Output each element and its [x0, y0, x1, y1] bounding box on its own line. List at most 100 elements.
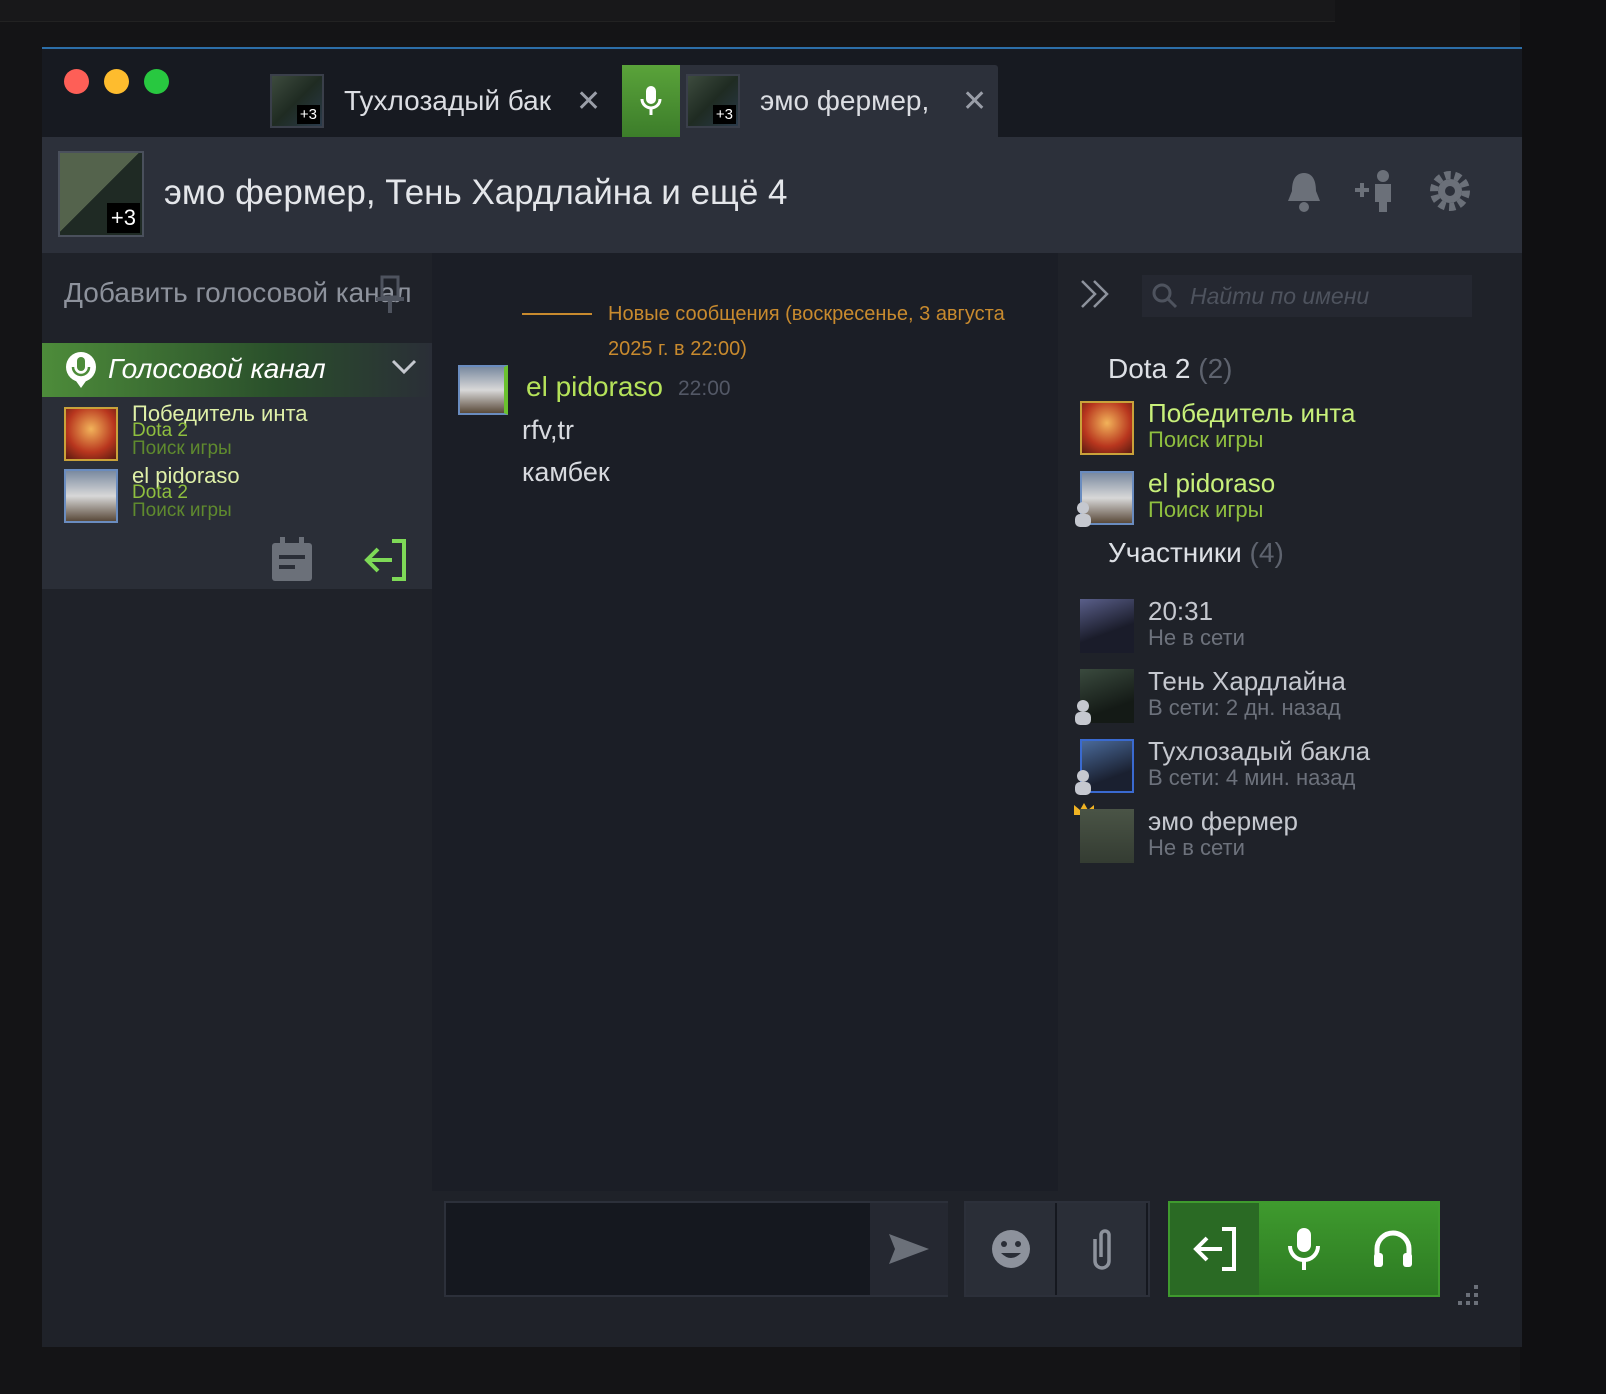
leave-voice-icon	[1192, 1227, 1236, 1271]
avatar	[1080, 809, 1134, 863]
leave-voice-button[interactable]	[1170, 1203, 1260, 1295]
pin-icon[interactable]	[372, 275, 408, 320]
add-voice-channel-button[interactable]: Добавить голосовой канал	[64, 277, 412, 309]
new-messages-divider	[522, 313, 592, 315]
member-group-header: Участники (4)	[1108, 537, 1284, 569]
tab-title: Тухлозадый бак	[344, 85, 551, 116]
member-group-title: Dota 2	[1108, 353, 1191, 384]
voice-channel-title: Голосовой канал	[108, 353, 326, 384]
search-icon	[1152, 283, 1178, 309]
member-status: Поиск игры	[1148, 497, 1264, 522]
member-status: В сети: 2 дн. назад	[1148, 695, 1341, 720]
resize-handle-icon[interactable]	[1452, 1281, 1482, 1311]
member-status: Поиск игры	[1148, 427, 1264, 452]
title-bar: +3 Тухлозадый бак ✕ +3 эмо фермер, ✕	[42, 49, 1522, 137]
voice-member-status: Поиск игры	[132, 500, 232, 521]
tab-group-avatar: +3	[686, 74, 740, 128]
friend-icon	[1075, 770, 1091, 795]
member-row[interactable]: эмо фермер Не в сети	[1074, 803, 1498, 869]
voice-member[interactable]: el pidoraso Dota 2 Поиск игры	[62, 465, 402, 527]
voice-channel: Голосовой канал Победитель инта Dota 2 П…	[42, 343, 432, 589]
add-friend-icon[interactable]	[1352, 167, 1400, 215]
send-button[interactable]	[870, 1203, 948, 1295]
members-panel: Dota 2 (2) Победитель инта Поиск игры el…	[1058, 253, 1522, 1191]
chat-window: +3 Тухлозадый бак ✕ +3 эмо фермер, ✕ +3 …	[42, 47, 1522, 1347]
microphone-icon	[622, 65, 680, 137]
headphones-button[interactable]	[1349, 1203, 1438, 1295]
member-name: Победитель инта	[1148, 398, 1356, 428]
avatar-count-badge: +3	[106, 203, 140, 233]
member-row[interactable]: Тухлозадый бакла В сети: 4 мин. назад	[1075, 736, 1498, 799]
message-input[interactable]	[444, 1201, 948, 1297]
attach-button[interactable]	[1057, 1203, 1146, 1295]
desktop-background-right	[1520, 0, 1606, 1394]
tab-title: эмо фермер,	[760, 85, 930, 116]
message-text: rfv,tr	[522, 415, 574, 445]
member-row[interactable]: Победитель инта Поиск игры	[1078, 398, 1498, 461]
tab-group-chat-1[interactable]: +3 Тухлозадый бак ✕	[270, 65, 658, 137]
voice-controls	[1168, 1201, 1440, 1297]
member-row[interactable]: 20:31 Не в сети	[1078, 596, 1498, 659]
member-group-count: (2)	[1198, 353, 1233, 384]
desktop-background	[0, 0, 1335, 22]
avatar	[1080, 599, 1134, 653]
member-group-title: Участники	[1108, 537, 1242, 568]
friend-icon	[1075, 700, 1091, 725]
gear-icon[interactable]	[1426, 167, 1474, 215]
composer-tools	[964, 1201, 1150, 1297]
minimize-window-button[interactable]	[104, 69, 129, 94]
microphone-icon	[1287, 1228, 1320, 1270]
member-name: Тухлозадый бакла	[1148, 736, 1371, 766]
headphones-icon	[1374, 1230, 1413, 1267]
avatar	[64, 469, 118, 523]
close-icon[interactable]: ✕	[962, 84, 987, 119]
avatar[interactable]	[458, 365, 508, 415]
chat-messages: Новые сообщения (воскресенье, 3 августа …	[432, 253, 1058, 1191]
member-status: Не в сети	[1148, 835, 1245, 860]
maximize-window-button[interactable]	[144, 69, 169, 94]
member-row[interactable]: Тень Хардлайна В сети: 2 дн. назад	[1075, 666, 1498, 729]
member-name: эмо фермер	[1148, 806, 1298, 836]
avatar-count-badge: +3	[712, 105, 736, 124]
bell-icon[interactable]	[1280, 167, 1328, 215]
chat-header: +3 эмо фермер, Тень Хардлайна и ещё 4	[42, 137, 1522, 253]
member-name: Тень Хардлайна	[1148, 666, 1346, 696]
voice-channel-icon	[66, 352, 96, 388]
avatar	[64, 407, 118, 461]
close-window-button[interactable]	[64, 69, 89, 94]
calendar-icon[interactable]	[270, 537, 314, 583]
microphone-button[interactable]	[1259, 1203, 1348, 1295]
leave-voice-icon[interactable]	[364, 539, 408, 581]
tab-group-chat-2[interactable]: +3 эмо фермер, ✕	[622, 65, 998, 137]
member-name: 20:31	[1148, 596, 1214, 626]
message-author[interactable]: el pidoraso	[526, 371, 663, 403]
avatar	[1080, 401, 1134, 455]
voice-member[interactable]: Победитель инта Dota 2 Поиск игры	[62, 403, 402, 465]
voice-channels-panel: Добавить голосовой канал Голосовой канал…	[42, 253, 432, 1347]
message-time: 22:00	[678, 377, 731, 400]
search-input[interactable]	[1190, 282, 1470, 310]
member-group-count: (4)	[1249, 537, 1284, 568]
chevron-down-icon[interactable]	[390, 357, 418, 377]
member-group-header: Dota 2 (2)	[1108, 353, 1233, 385]
member-search	[1142, 275, 1472, 317]
friend-icon	[1075, 502, 1091, 527]
message-text: камбек	[522, 457, 610, 487]
send-icon	[889, 1234, 929, 1264]
member-row[interactable]: el pidoraso Поиск игры	[1075, 468, 1498, 531]
voice-channel-header[interactable]: Голосовой канал	[42, 343, 432, 397]
avatar-count-badge: +3	[296, 105, 320, 124]
new-messages-label: Новые сообщения (воскресенье, 3 августа …	[608, 303, 1005, 360]
member-status: Не в сети	[1148, 625, 1245, 650]
close-icon[interactable]: ✕	[576, 84, 601, 119]
voice-channel-actions	[42, 533, 432, 589]
collapse-members-icon[interactable]	[1078, 277, 1112, 311]
page-title: эмо фермер, Тень Хардлайна и ещё 4	[164, 173, 788, 212]
tab-group-avatar: +3	[270, 74, 324, 128]
emoji-button[interactable]	[966, 1203, 1055, 1295]
group-avatar[interactable]: +3	[58, 151, 144, 237]
paperclip-icon	[1092, 1229, 1111, 1270]
voice-member-status: Поиск игры	[132, 438, 232, 459]
member-name: el pidoraso	[1148, 468, 1276, 498]
emoji-icon	[991, 1230, 1030, 1268]
